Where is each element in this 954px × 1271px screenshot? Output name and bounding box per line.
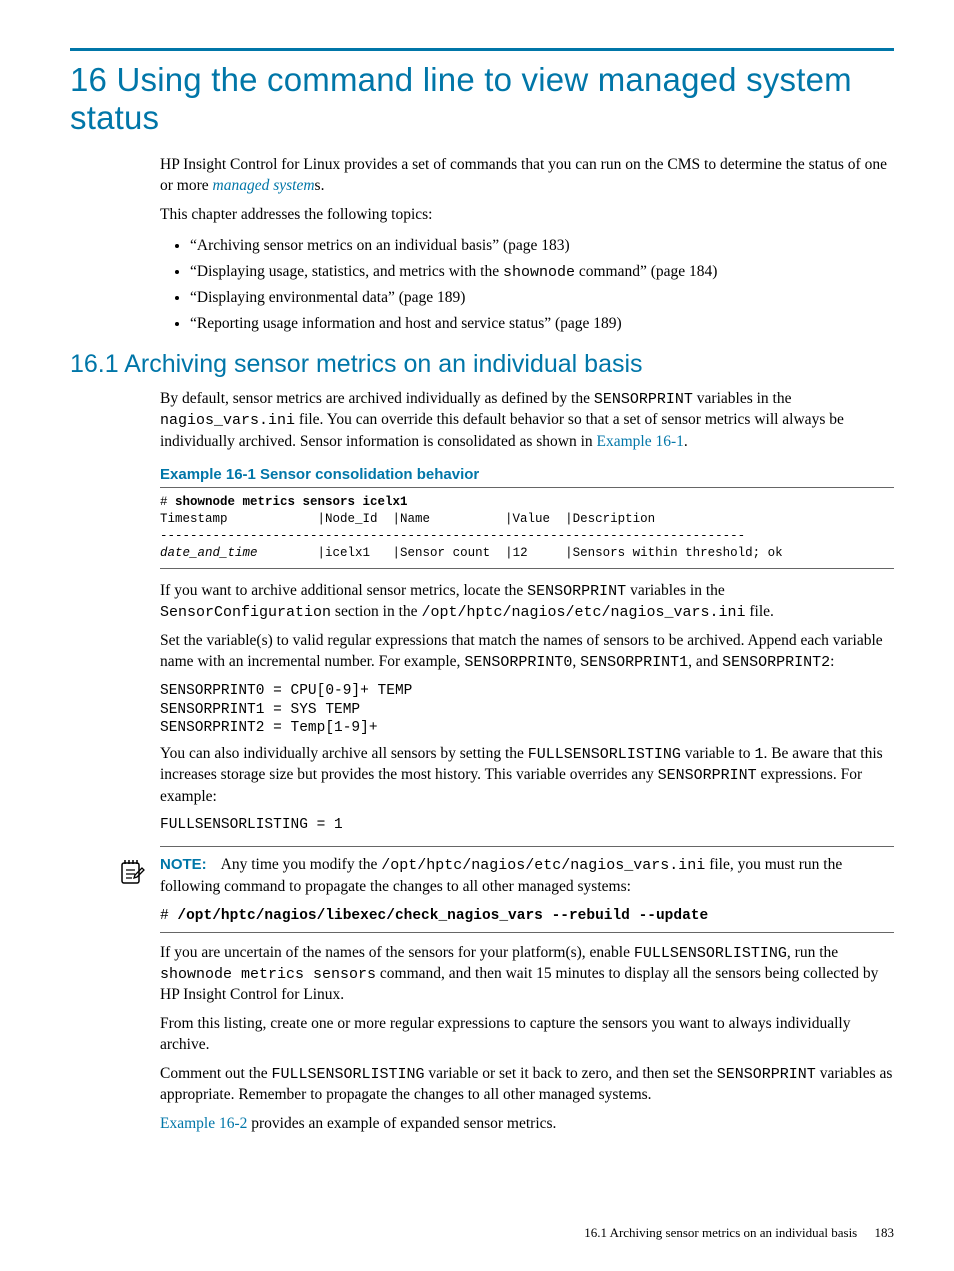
nt1a: Any time you modify the: [221, 856, 382, 873]
managed-system-link[interactable]: managed system: [213, 177, 315, 194]
note-block: NOTE: Any time you modify the /opt/hptc/n…: [160, 846, 894, 932]
ae2d: :: [830, 653, 834, 670]
intro-paragraph-2: This chapter addresses the following top…: [160, 205, 894, 226]
ex-header: Timestamp |Node_Id |Name |Value |Descrip…: [160, 512, 655, 526]
t2code: shownode: [503, 264, 575, 281]
chapter-title: 16 Using the command line to view manage…: [70, 61, 894, 137]
sp1d: .: [684, 433, 688, 450]
sensorprint-code: SENSORPRINT0 = CPU[0-9]+ TEMP SENSORPRIN…: [160, 682, 894, 739]
section-title: 16.1 Archiving sensor metrics on an indi…: [70, 350, 894, 379]
ex-ts: date_and_time: [160, 546, 258, 560]
example-bottom-rule: [160, 568, 894, 569]
note-command: # /opt/hptc/nagios/libexec/check_nagios_…: [160, 908, 894, 924]
topics-list: “Archiving sensor metrics on an individu…: [160, 234, 894, 336]
note-icon: [118, 858, 146, 891]
topic-link-1[interactable]: “Archiving sensor metrics on an individu…: [190, 234, 894, 258]
topic-link-4[interactable]: “Reporting usage information and host an…: [190, 312, 894, 336]
after-note-p2: From this listing, create one or more re…: [160, 1014, 894, 1056]
after-note-p1: If you are uncertain of the names of the…: [160, 943, 894, 1006]
an3c2: SENSORPRINT: [717, 1066, 816, 1083]
ex-sep: ----------------------------------------…: [160, 529, 745, 543]
sp1c2: nagios_vars.ini: [160, 412, 295, 429]
ex-cmd: shownode metrics sensors icelx1: [175, 495, 408, 509]
ae1c: section in the: [331, 603, 421, 620]
example-16-2-link[interactable]: Example 16-2: [160, 1115, 247, 1132]
footer-page-number: 183: [875, 1225, 895, 1240]
after-ex-p1: If you want to archive additional sensor…: [160, 581, 894, 624]
ae2c: , and: [688, 653, 722, 670]
note-cmd-prompt: #: [160, 908, 177, 924]
ae1c1: SENSORPRINT: [527, 583, 626, 600]
intro-paragraph-1: HP Insight Control for Linux provides a …: [160, 155, 894, 197]
example-code: # shownode metrics sensors icelx1 Timest…: [160, 494, 894, 562]
ae1d: file.: [746, 603, 774, 620]
sp1b: variables in the: [693, 390, 792, 407]
note-cmd-text: /opt/hptc/nagios/libexec/check_nagios_va…: [177, 908, 708, 924]
ae2c3: SENSORPRINT2: [722, 654, 830, 671]
note-bottom-rule: [160, 932, 894, 933]
sp1a: By default, sensor metrics are archived …: [160, 390, 594, 407]
ae2b: ,: [572, 653, 580, 670]
note-label: NOTE:: [160, 856, 207, 873]
ae1c3: /opt/hptc/nagios/etc/nagios_vars.ini: [421, 604, 745, 621]
sp1c1: SENSORPRINT: [594, 391, 693, 408]
an1a: If you are uncertain of the names of the…: [160, 944, 634, 961]
section-paragraph-1: By default, sensor metrics are archived …: [160, 389, 894, 452]
an3a: Comment out the: [160, 1065, 272, 1082]
nt1c: /opt/hptc/nagios/etc/nagios_vars.ini: [381, 857, 705, 874]
an1b: , run the: [787, 944, 838, 961]
ex-prompt: #: [160, 495, 175, 509]
ex-rest: |icelx1 |Sensor count |12 |Sensors withi…: [258, 546, 783, 560]
an1c1: FULLSENSORLISTING: [634, 945, 787, 962]
ae1b: variables in the: [626, 582, 725, 599]
t2a: “Displaying usage, statistics, and metri…: [190, 263, 503, 280]
an1c2: shownode metrics sensors: [160, 966, 376, 983]
ae3b: variable to: [681, 745, 755, 762]
page-footer: 16.1 Archiving sensor metrics on an indi…: [584, 1225, 894, 1241]
ae2c1: SENSORPRINT0: [464, 654, 572, 671]
example-16-1-link[interactable]: Example 16-1: [597, 433, 684, 450]
after-ex-p2: Set the variable(s) to valid regular exp…: [160, 631, 894, 673]
note-text: NOTE: Any time you modify the /opt/hptc/n…: [160, 855, 894, 897]
intro-text-end: s.: [315, 177, 325, 194]
ae1a: If you want to archive additional sensor…: [160, 582, 527, 599]
after-note-p3: Comment out the FULLSENSORLISTING variab…: [160, 1064, 894, 1106]
ae2c2: SENSORPRINT1: [580, 654, 688, 671]
after-ex-p3: You can also individually archive all se…: [160, 744, 894, 807]
fullsensor-code: FULLSENSORLISTING = 1: [160, 816, 894, 835]
example-top-rule: [160, 487, 894, 488]
ae1c2: SensorConfiguration: [160, 604, 331, 621]
topic-link-3[interactable]: “Displaying environmental data” (page 18…: [190, 286, 894, 310]
ae3c1: FULLSENSORLISTING: [528, 746, 681, 763]
note-top-rule: [160, 846, 894, 847]
after-note-p4: Example 16-2 provides an example of expa…: [160, 1114, 894, 1135]
topic-link-2[interactable]: “Displaying usage, statistics, and metri…: [190, 260, 894, 284]
an3b: variable or set it back to zero, and the…: [425, 1065, 717, 1082]
example-title: Example 16-1 Sensor consolidation behavi…: [160, 466, 894, 483]
ae3a: You can also individually archive all se…: [160, 745, 528, 762]
ae3c3: SENSORPRINT: [658, 767, 757, 784]
t2b: command” (page 184): [575, 263, 717, 280]
an3c1: FULLSENSORLISTING: [272, 1066, 425, 1083]
an4b: provides an example of expanded sensor m…: [247, 1115, 556, 1132]
chapter-top-rule: [70, 48, 894, 51]
footer-section: 16.1 Archiving sensor metrics on an indi…: [584, 1225, 857, 1240]
